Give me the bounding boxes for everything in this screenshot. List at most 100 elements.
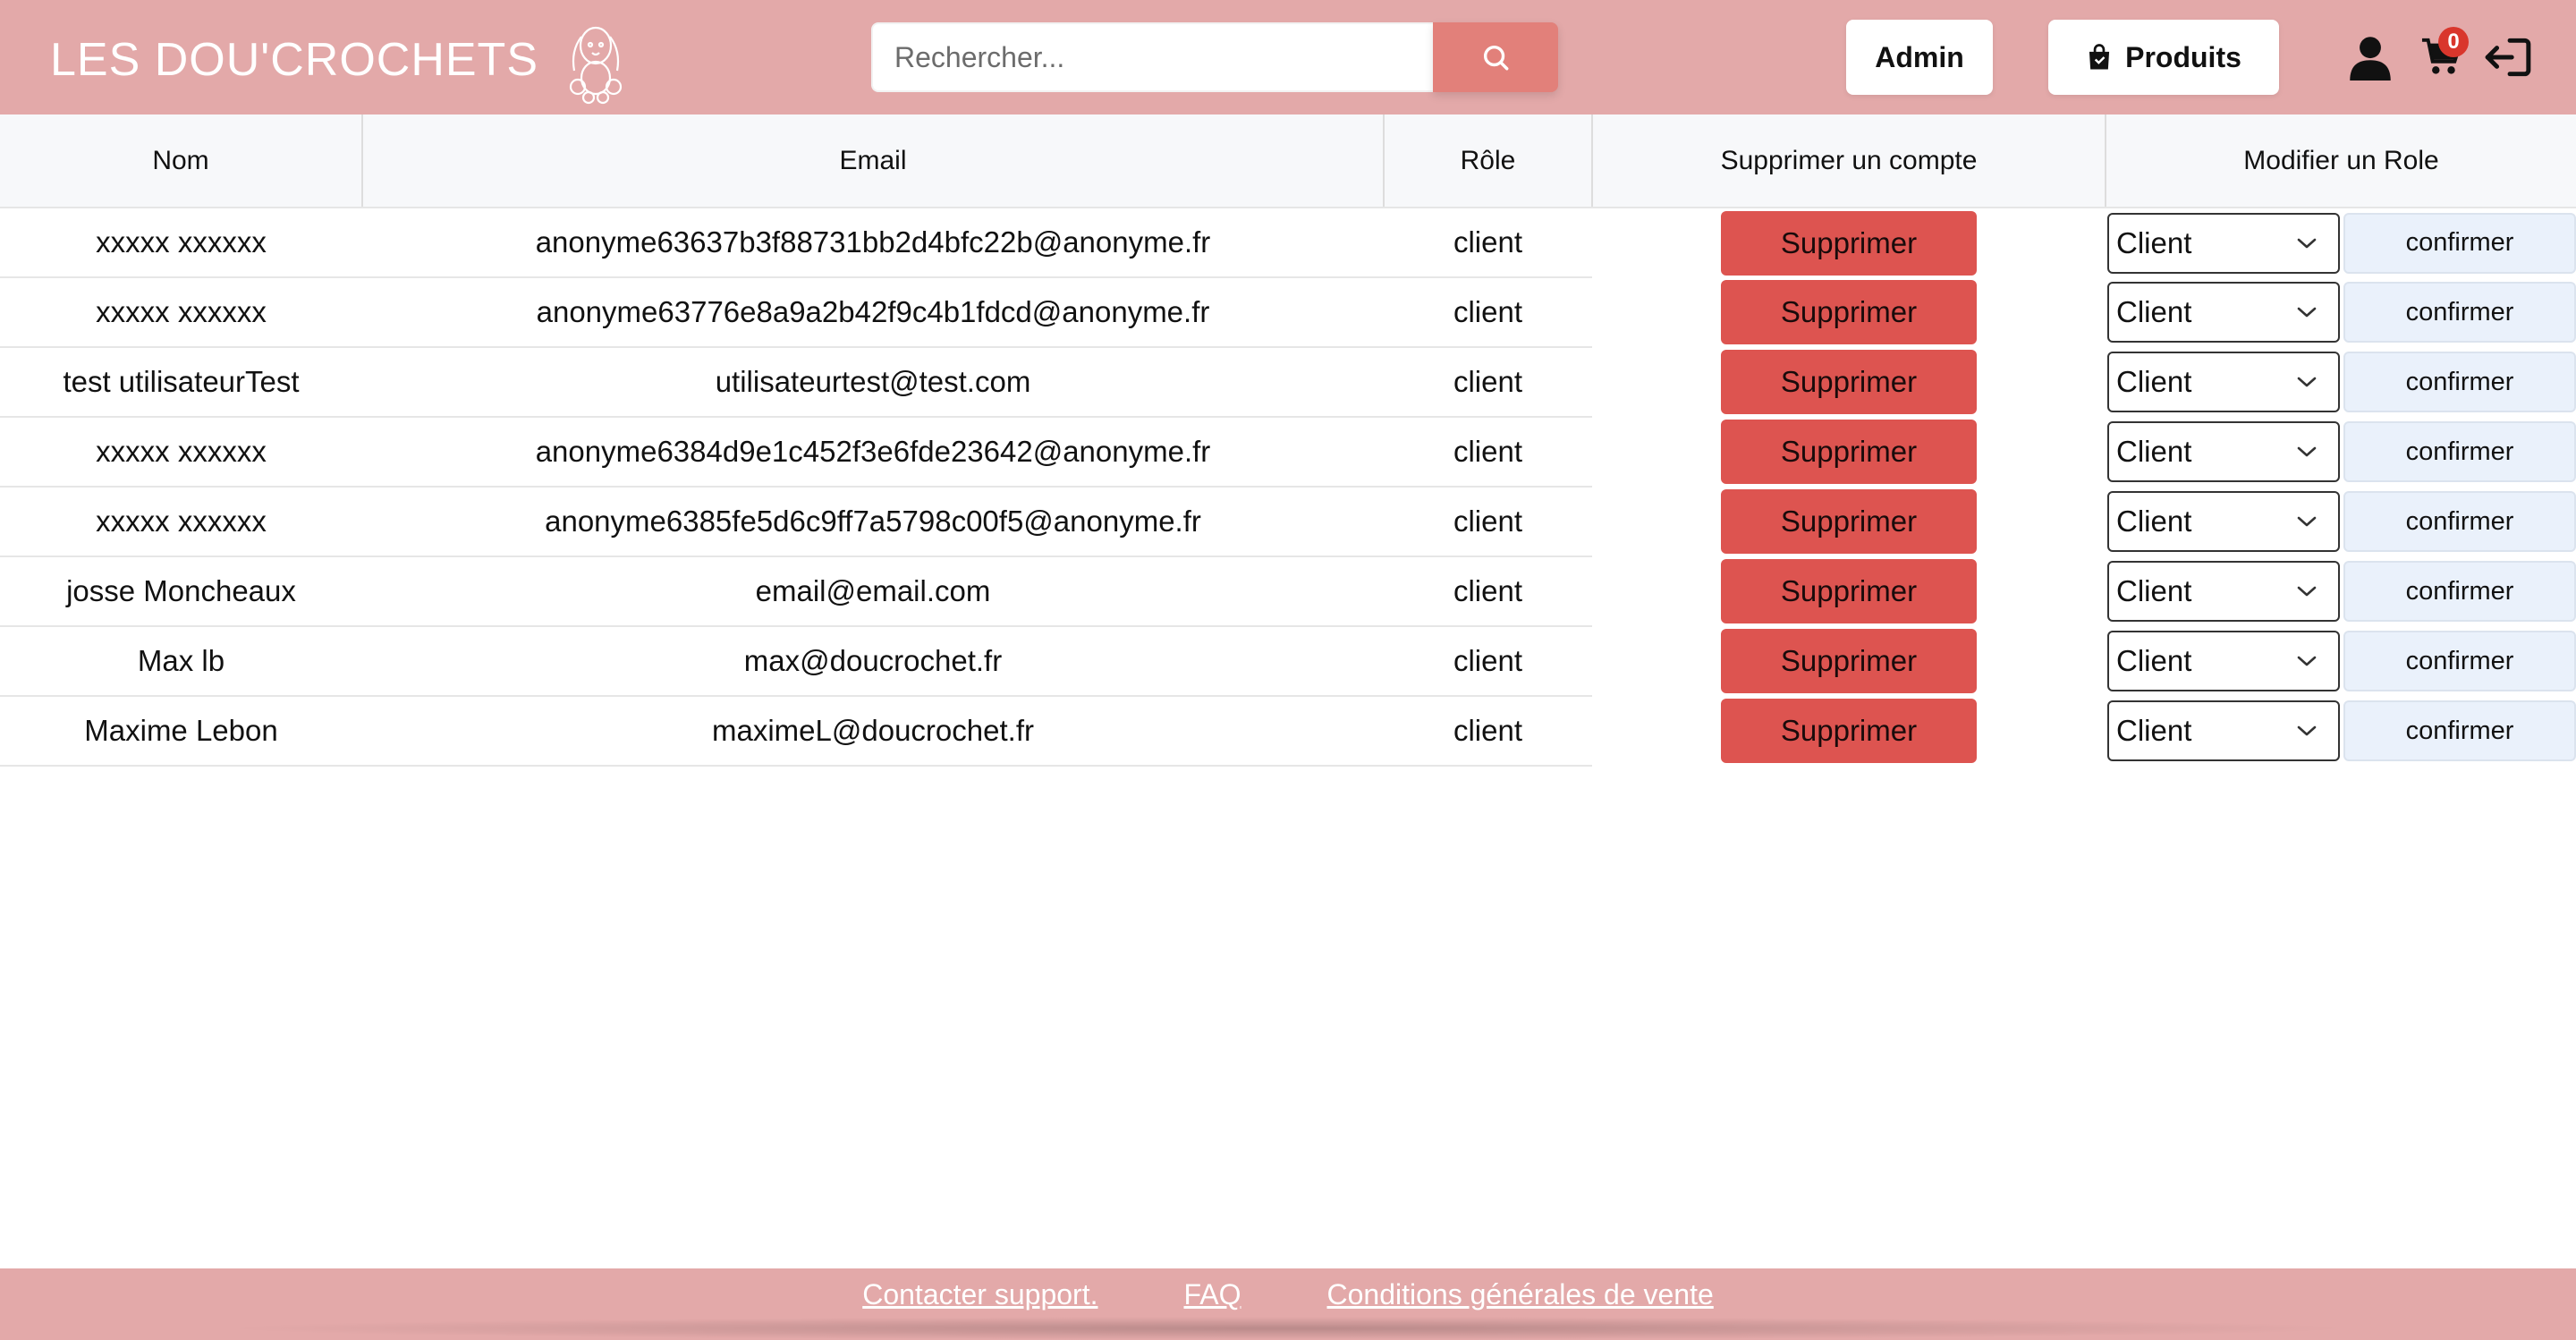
chevron-down-icon	[2297, 516, 2317, 527]
bunny-logo-icon	[569, 26, 623, 105]
products-label: Produits	[2125, 40, 2241, 73]
role-select-value: Client	[2116, 295, 2192, 328]
confirm-role-button[interactable]: confirmer	[2343, 700, 2576, 761]
delete-account-button[interactable]: Supprimer	[1721, 350, 1977, 414]
user-email: email@email.com	[362, 556, 1384, 627]
confirm-role-button[interactable]: confirmer	[2343, 352, 2576, 412]
user-role: client	[1384, 277, 1592, 348]
table-row: xxxxx xxxxxx anonyme63637b3f88731bb2d4bfc…	[0, 208, 2576, 278]
delete-cell: Supprimer	[1592, 487, 2106, 556]
modify-role-cell: Client confirmer	[2106, 556, 2576, 626]
confirm-role-button[interactable]: confirmer	[2343, 561, 2576, 622]
user-name: xxxxx xxxxxx	[0, 208, 362, 278]
user-name: xxxxx xxxxxx	[0, 487, 362, 557]
footer-link-terms[interactable]: Conditions générales de vente	[1326, 1278, 1713, 1311]
top-header: LES DOU'CROCHETS Admin	[0, 0, 2576, 114]
role-select[interactable]: Client	[2107, 491, 2340, 552]
confirm-role-button[interactable]: confirmer	[2343, 491, 2576, 552]
user-icon[interactable]	[2340, 27, 2401, 88]
delete-account-button[interactable]: Supprimer	[1721, 629, 1977, 693]
users-table: Nom Email Rôle Supprimer un compte Modif…	[0, 114, 2576, 767]
logout-icon[interactable]	[2478, 27, 2538, 88]
delete-account-button[interactable]: Supprimer	[1721, 420, 1977, 484]
search-icon	[1483, 45, 1509, 71]
column-header-name: Nom	[0, 114, 363, 208]
search-button[interactable]	[1433, 22, 1558, 92]
user-name: xxxxx xxxxxx	[0, 417, 362, 488]
modify-role-cell: Client confirmer	[2106, 487, 2576, 556]
role-select[interactable]: Client	[2107, 282, 2340, 343]
cart-count-badge: 0	[2438, 27, 2469, 57]
user-role: client	[1384, 626, 1592, 697]
column-header-modify-role: Modifier un Role	[2106, 114, 2576, 208]
shopping-bag-icon	[2089, 44, 2110, 70]
role-select-value: Client	[2116, 225, 2192, 259]
chevron-down-icon	[2297, 377, 2317, 387]
chevron-down-icon	[2297, 307, 2317, 318]
confirm-role-button[interactable]: confirmer	[2343, 421, 2576, 482]
role-select[interactable]: Client	[2107, 421, 2340, 482]
table-row: xxxxx xxxxxx anonyme63776e8a9a2b42f9c4b1f…	[0, 277, 2576, 348]
table-row: Maxime Lebon maximeL@doucrochet.fr client S…	[0, 696, 2576, 767]
user-email: anonyme63637b3f88731bb2d4bfc22b@anonyme.…	[362, 208, 1384, 278]
user-email: anonyme63776e8a9a2b42f9c4b1fdcd@anonyme.…	[362, 277, 1384, 348]
delete-cell: Supprimer	[1592, 696, 2106, 766]
brand-logo[interactable]: LES DOU'CROCHETS	[50, 20, 637, 105]
role-select[interactable]: Client	[2107, 561, 2340, 622]
confirm-role-button[interactable]: confirmer	[2343, 631, 2576, 691]
footer-link-faq[interactable]: FAQ	[1183, 1278, 1241, 1311]
role-select-value: Client	[2116, 644, 2192, 677]
chevron-down-icon	[2297, 656, 2317, 666]
delete-account-button[interactable]: Supprimer	[1721, 489, 1977, 554]
modify-role-cell: Client confirmer	[2106, 696, 2576, 766]
user-email: maximeL@doucrochet.fr	[362, 696, 1384, 767]
confirm-role-button[interactable]: confirmer	[2343, 282, 2576, 343]
role-select[interactable]: Client	[2107, 352, 2340, 412]
column-header-delete: Supprimer un compte	[1592, 114, 2106, 208]
footer: Contacter support. FAQ Conditions généra…	[0, 1268, 2576, 1340]
chevron-down-icon	[2297, 446, 2317, 457]
admin-label: Admin	[1875, 40, 1964, 73]
delete-cell: Supprimer	[1592, 277, 2106, 347]
table-header-row: Nom Email Rôle Supprimer un compte Modif…	[0, 114, 2576, 208]
modify-role-cell: Client confirmer	[2106, 626, 2576, 696]
user-role: client	[1384, 556, 1592, 627]
user-name: Max lb	[0, 626, 362, 697]
confirm-role-button[interactable]: confirmer	[2343, 212, 2576, 274]
modify-role-cell: Client confirmer	[2106, 417, 2576, 487]
role-select-value: Client	[2116, 435, 2192, 468]
modify-role-cell: Client confirmer	[2106, 277, 2576, 347]
role-select[interactable]: Client	[2107, 631, 2340, 691]
delete-account-button[interactable]: Supprimer	[1721, 559, 1977, 623]
delete-account-button[interactable]: Supprimer	[1721, 210, 1977, 276]
delete-cell: Supprimer	[1592, 626, 2106, 696]
delete-cell: Supprimer	[1592, 347, 2106, 417]
table-row: xxxxx xxxxxx anonyme6384d9e1c452f3e6fde23…	[0, 417, 2576, 488]
role-select-value: Client	[2116, 505, 2192, 538]
chevron-down-icon	[2297, 586, 2317, 597]
user-email: max@doucrochet.fr	[362, 626, 1384, 697]
user-name: Maxime Lebon	[0, 696, 362, 767]
column-header-email: Email	[362, 114, 1385, 208]
role-select-value: Client	[2116, 365, 2192, 398]
delete-account-button[interactable]: Supprimer	[1721, 280, 1977, 344]
table-row: test utilisateurTest utilisateurtest@test…	[0, 347, 2576, 418]
user-name: josse Moncheaux	[0, 556, 362, 627]
chevron-down-icon	[2297, 725, 2317, 736]
search-input[interactable]	[871, 22, 1433, 92]
admin-button[interactable]: Admin	[1846, 20, 1993, 95]
user-role: client	[1384, 417, 1592, 488]
user-email: anonyme6384d9e1c452f3e6fde23642@anonyme.…	[362, 417, 1384, 488]
footer-link-support[interactable]: Contacter support.	[862, 1278, 1097, 1311]
user-email: utilisateurtest@test.com	[362, 347, 1384, 418]
delete-account-button[interactable]: Supprimer	[1721, 699, 1977, 763]
user-role: client	[1384, 347, 1592, 418]
logo-text: LES DOU'CROCHETS	[50, 34, 539, 86]
delete-cell: Supprimer	[1592, 556, 2106, 626]
products-button[interactable]: Produits	[2048, 20, 2279, 95]
role-select[interactable]: Client	[2107, 700, 2340, 761]
role-select[interactable]: Client	[2107, 212, 2340, 274]
role-select-value: Client	[2116, 574, 2192, 607]
table-row: josse Moncheaux email@email.com client Supp…	[0, 556, 2576, 627]
user-name: xxxxx xxxxxx	[0, 277, 362, 348]
